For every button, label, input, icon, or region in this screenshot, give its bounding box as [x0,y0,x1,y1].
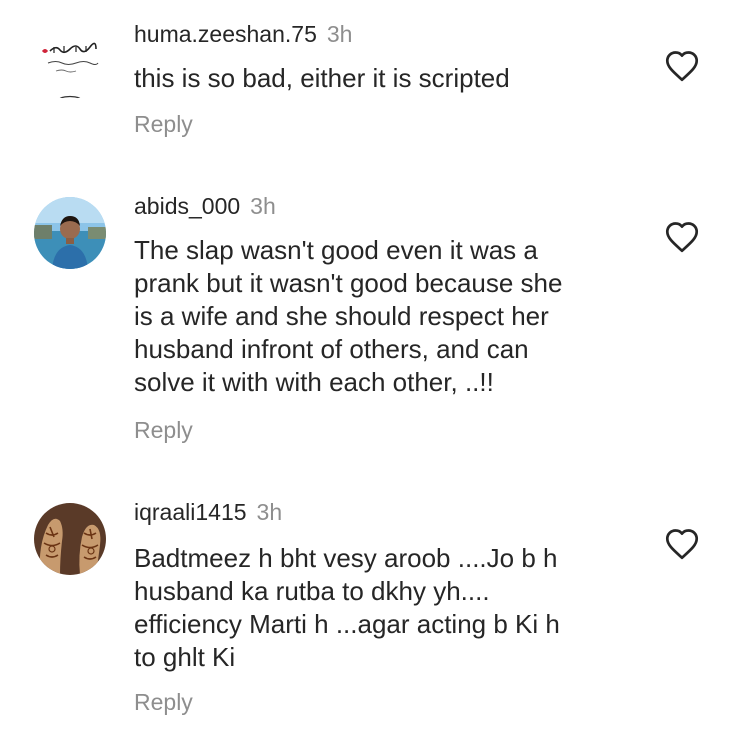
comment-text: Badtmeez h bht vesy aroob ....Jo b h hus… [134,542,644,674]
username[interactable]: huma.zeeshan.75 [134,21,317,47]
comment-text-line: husband infront of others, and can [134,334,529,364]
avatar[interactable] [34,197,106,269]
comment-text: The slap wasn't good even it was a prank… [134,234,644,399]
comment-text-line: husband ka rutba to dkhy yh.... [134,576,490,606]
calligraphy-avatar-icon [34,27,106,99]
comment-text-line: prank but it wasn't good because she [134,268,563,298]
comment-text-line: The slap wasn't good even it was a [134,235,538,265]
person-photo-avatar-icon [34,197,106,269]
username[interactable]: abids_000 [134,193,240,219]
comment-meta: iqraali1415 3h [134,498,282,526]
reply-button[interactable]: Reply [134,110,193,138]
heart-outline-icon[interactable] [664,527,700,561]
comment-meta: abids_000 3h [134,192,276,220]
avatar[interactable] [34,503,106,575]
heart-outline-icon[interactable] [664,49,700,83]
comment-text-line: this is so bad, either it is scripted [134,63,510,93]
comment-timestamp: 3h [250,193,276,219]
reply-button[interactable]: Reply [134,688,193,716]
reply-button[interactable]: Reply [134,416,193,444]
avatar[interactable] [34,27,106,99]
comment-meta: huma.zeeshan.75 3h [134,20,352,48]
comment-text-line: is a wife and she should respect her [134,301,549,331]
comment-timestamp: 3h [256,499,283,525]
comment-text-line: Badtmeez h bht vesy aroob ....Jo b h [134,543,558,573]
comment-text: this is so bad, either it is scripted [134,62,644,95]
comment-text-line: solve it with with each other, ..!! [134,367,494,397]
comment-timestamp: 3h [326,21,353,47]
comment-text-line: to ghlt Ki [134,642,236,672]
heart-outline-icon[interactable] [664,220,700,254]
henna-hands-avatar-icon [34,503,106,575]
username[interactable]: iqraali1415 [134,499,247,525]
comment-text-line: efficiency Marti h ...agar acting b Ki h [134,609,560,639]
